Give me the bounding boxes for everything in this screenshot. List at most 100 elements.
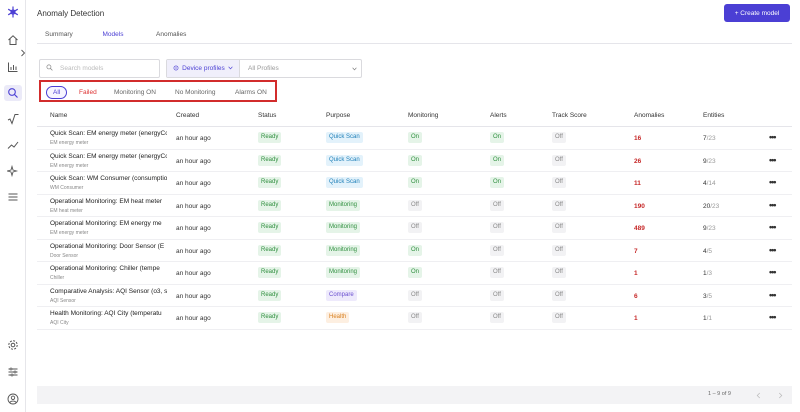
track-score-badge[interactable]: Off <box>552 222 566 233</box>
monitoring-badge[interactable]: On <box>408 154 423 166</box>
table-row[interactable]: Operational Monitoring: Chiller (tempe Ch… <box>37 262 792 285</box>
filter-alarms-on[interactable]: Alarms ON <box>235 86 267 99</box>
home-icon[interactable] <box>6 33 20 47</box>
anomaly-count[interactable]: 7 <box>634 248 638 255</box>
alerts-badge[interactable]: Off <box>490 289 504 301</box>
col-monitoring[interactable]: Monitoring <box>408 112 438 119</box>
model-name[interactable]: Quick Scan: WM Consumer (consumptio <box>50 175 167 182</box>
alerts-badge[interactable]: On <box>490 132 505 143</box>
anomaly-count[interactable]: 1 <box>634 270 638 277</box>
monitoring-badge[interactable]: On <box>408 267 423 278</box>
anomaly-count[interactable]: 190 <box>634 203 645 210</box>
search-input[interactable] <box>60 65 150 72</box>
track-score-badge[interactable]: Off <box>552 289 566 301</box>
model-name[interactable]: Operational Monitoring: EM energy me <box>50 220 167 227</box>
col-anomalies[interactable]: Anomalies <box>634 112 664 119</box>
anomaly-count[interactable]: 489 <box>634 225 645 232</box>
anomaly-count[interactable]: 11 <box>634 180 641 187</box>
alerts-badge[interactable]: Off <box>490 222 504 233</box>
monitoring-badge[interactable]: On <box>408 244 423 256</box>
sparkle-icon[interactable] <box>6 164 20 178</box>
search-box[interactable] <box>39 59 160 78</box>
chevron-left-icon[interactable] <box>752 389 764 401</box>
track-score-badge[interactable]: Off <box>552 177 566 188</box>
alerts-badge[interactable]: On <box>490 177 505 188</box>
snowflake-logo-icon[interactable] <box>6 5 20 19</box>
table-row[interactable]: Operational Monitoring: Door Sensor (E Do… <box>37 240 792 262</box>
table-row[interactable]: Health Monitoring: AQI City (temperatu AQ… <box>37 307 792 330</box>
track-score-badge[interactable]: Off <box>552 154 566 166</box>
anomaly-count[interactable]: 6 <box>634 293 638 300</box>
anomaly-count[interactable]: 1 <box>634 315 638 322</box>
col-purpose[interactable]: Purpose <box>326 112 350 119</box>
bar-chart-icon[interactable] <box>6 60 20 74</box>
monitoring-badge[interactable]: Off <box>408 312 422 323</box>
more-actions-icon[interactable]: ••• <box>769 290 777 300</box>
menu-icon[interactable] <box>6 190 20 204</box>
create-model-button[interactable]: + Create model <box>724 4 790 22</box>
table-row[interactable]: Operational Monitoring: EM energy me EM e… <box>37 217 792 240</box>
chevron-down-icon[interactable] <box>347 67 361 71</box>
tab-models[interactable]: Models <box>88 28 138 44</box>
more-actions-icon[interactable]: ••• <box>769 155 777 165</box>
alerts-badge[interactable]: On <box>490 154 505 166</box>
profile-type-dropdown[interactable]: Device profiles <box>167 60 240 77</box>
track-score-badge[interactable]: Off <box>552 199 566 211</box>
monitoring-badge[interactable]: Off <box>408 289 422 301</box>
user-icon[interactable] <box>6 392 20 406</box>
table-row[interactable]: Quick Scan: WM Consumer (consumptio WM Co… <box>37 172 792 195</box>
monitoring-badge[interactable]: On <box>408 177 423 188</box>
tab-anomalies[interactable]: Anomalies <box>156 28 186 44</box>
more-actions-icon[interactable]: ••• <box>769 267 777 277</box>
model-name[interactable]: Quick Scan: EM energy meter (energyCo <box>50 153 167 160</box>
filter-failed[interactable]: Failed <box>79 86 97 99</box>
col-name[interactable]: Name <box>50 112 67 119</box>
filter-no-monitoring[interactable]: No Monitoring <box>175 86 215 99</box>
model-name[interactable]: Quick Scan: EM energy meter (energyCo <box>50 130 167 137</box>
filter-monitoring-on[interactable]: Monitoring ON <box>114 86 156 99</box>
col-created[interactable]: Created <box>176 112 199 119</box>
table-row[interactable]: Quick Scan: EM energy meter (energyCo EM … <box>37 127 792 150</box>
trend-line-icon[interactable] <box>6 138 20 152</box>
more-actions-icon[interactable]: ••• <box>769 222 777 232</box>
tab-summary[interactable]: Summary <box>45 28 73 44</box>
alerts-badge[interactable]: Off <box>490 267 504 278</box>
monitoring-badge[interactable]: Off <box>408 222 422 233</box>
model-name[interactable]: Comparative Analysis: AQI Sensor (o3, s <box>50 288 167 295</box>
col-track-score[interactable]: Track Score <box>552 112 587 119</box>
anomaly-count[interactable]: 16 <box>634 135 641 142</box>
more-actions-icon[interactable]: ••• <box>769 132 777 142</box>
more-actions-icon[interactable]: ••• <box>769 245 777 255</box>
col-status[interactable]: Status <box>258 112 276 119</box>
anomaly-count[interactable]: 26 <box>634 158 641 165</box>
track-score-badge[interactable]: Off <box>552 312 566 323</box>
profile-filter[interactable]: Device profiles All Profiles <box>166 59 362 78</box>
col-alerts[interactable]: Alerts <box>490 112 507 119</box>
alerts-badge[interactable]: Off <box>490 244 504 256</box>
more-actions-icon[interactable]: ••• <box>769 177 777 187</box>
track-score-badge[interactable]: Off <box>552 267 566 278</box>
more-actions-icon[interactable]: ••• <box>769 200 777 210</box>
alerts-badge[interactable]: Off <box>490 199 504 211</box>
model-name[interactable]: Operational Monitoring: Door Sensor (E <box>50 243 167 250</box>
monitoring-badge[interactable]: Off <box>408 199 422 211</box>
col-entities[interactable]: Entities <box>703 112 724 119</box>
track-score-badge[interactable]: Off <box>552 244 566 256</box>
table-row[interactable]: Operational Monitoring: EM heat meter EM … <box>37 195 792 217</box>
table-row[interactable]: Quick Scan: EM energy meter (energyCo EM … <box>37 150 792 172</box>
chevron-right-icon[interactable] <box>18 47 28 59</box>
table-row[interactable]: Comparative Analysis: AQI Sensor (o3, s A… <box>37 285 792 307</box>
alerts-badge[interactable]: Off <box>490 312 504 323</box>
sliders-icon[interactable] <box>6 365 20 379</box>
search-icon[interactable] <box>4 85 22 101</box>
track-score-badge[interactable]: Off <box>552 132 566 143</box>
chevron-right-icon[interactable] <box>774 389 786 401</box>
more-actions-icon[interactable]: ••• <box>769 312 777 322</box>
model-name[interactable]: Operational Monitoring: EM heat meter <box>50 198 167 205</box>
filter-all[interactable]: All <box>46 86 68 99</box>
gear-icon[interactable] <box>6 338 20 352</box>
model-name[interactable]: Operational Monitoring: Chiller (tempe <box>50 265 167 272</box>
square-root-icon[interactable] <box>6 112 20 126</box>
model-name[interactable]: Health Monitoring: AQI City (temperatu <box>50 310 167 317</box>
monitoring-badge[interactable]: On <box>408 132 423 143</box>
